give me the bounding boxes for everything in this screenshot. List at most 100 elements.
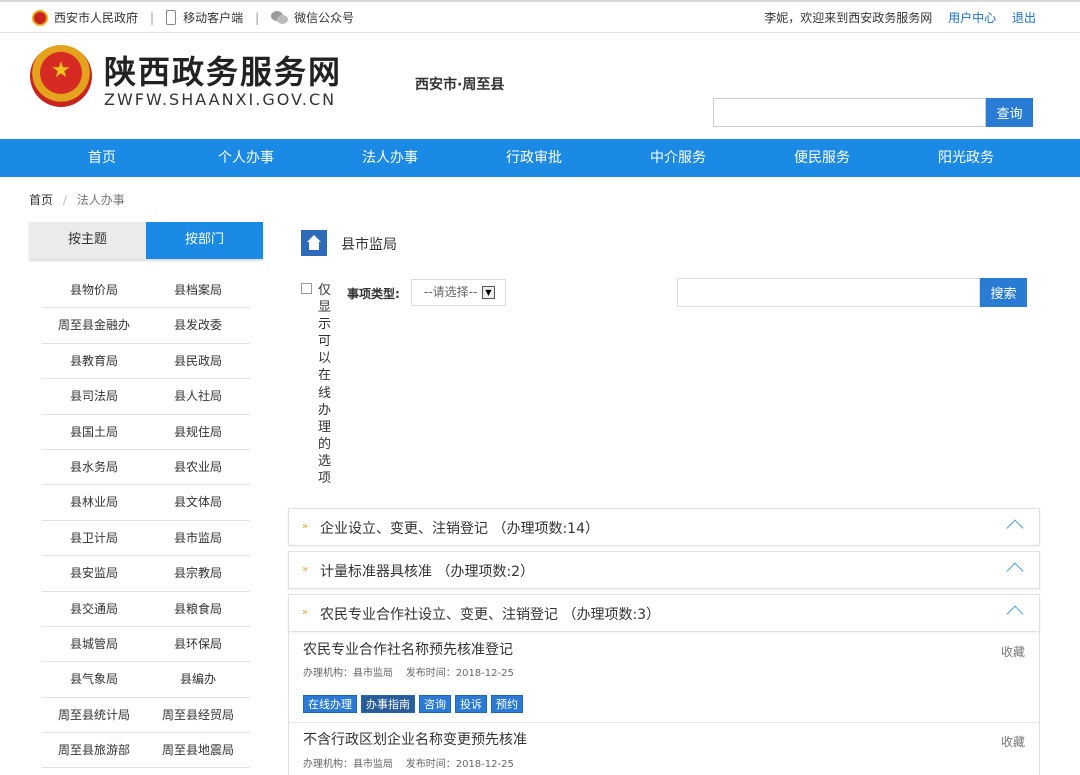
tab-by-theme[interactable]: 按主题	[29, 222, 146, 259]
breadcrumb: 首页 / 法人办事	[29, 191, 125, 208]
department-link[interactable]: 县民政局	[146, 344, 250, 378]
site-domain: ZWFW.SHAANXI.GOV.CN	[104, 90, 337, 109]
department-link[interactable]: 县安监局	[42, 556, 146, 590]
service-item-date: 发布时间：2018-12-25	[405, 668, 514, 679]
service-item-title[interactable]: 不含行政区划企业名称变更预先核准	[303, 729, 527, 749]
nav-item-personal[interactable]: 个人办事	[174, 139, 318, 177]
department-row: 周至县旅游部 周至县地震局	[42, 733, 250, 769]
department-link[interactable]: 县环保局	[146, 627, 250, 661]
department-link[interactable]: 周至县金融办	[42, 308, 146, 342]
gov-link[interactable]: 西安市人民政府	[54, 9, 138, 26]
breadcrumb-home[interactable]: 首页	[29, 193, 53, 207]
divider: |	[255, 10, 260, 25]
department-link[interactable]: 县市监局	[146, 521, 250, 555]
department-row: 县林业局 县文体局	[42, 485, 250, 521]
department-link[interactable]: 县文体局	[146, 485, 250, 519]
department-link[interactable]: 县卫计局	[42, 521, 146, 555]
department-link[interactable]: 县档案局	[146, 273, 250, 307]
department-link[interactable]: 周至县经贸局	[146, 698, 250, 732]
header: 陕西政务服务网 ZWFW.SHAANXI.GOV.CN 西安市·周至县 查询	[0, 33, 1080, 139]
tab-by-department[interactable]: 按部门	[146, 222, 263, 259]
department-row: 县教育局 县民政局	[42, 344, 250, 380]
department-link[interactable]: 县农业局	[146, 450, 250, 484]
dropdown-arrow-icon: ▼	[482, 286, 495, 299]
main-nav: 首页 个人办事 法人办事 行政审批 中介服务 便民服务 阳光政务	[0, 139, 1080, 177]
service-item-title[interactable]: 农民专业合作社名称预先核准登记	[303, 639, 513, 659]
category-name: 计量标准器具核准 （办理项数:2）	[320, 564, 535, 580]
department-link[interactable]: 县国土局	[42, 415, 146, 449]
top-links: 西安市人民政府 | 移动客户端 | 微信公众号	[32, 9, 354, 26]
department-link[interactable]: 县物价局	[42, 273, 146, 307]
wechat-link[interactable]: 微信公众号	[294, 9, 354, 26]
nav-item-legal-person[interactable]: 法人办事	[318, 139, 462, 177]
breadcrumb-current: 法人办事	[76, 193, 125, 207]
guide-button[interactable]: 办事指南	[361, 695, 415, 713]
complaint-button[interactable]: 投诉	[455, 695, 487, 713]
department-link[interactable]: 县教育局	[42, 344, 146, 378]
department-link[interactable]: 县粮食局	[146, 592, 250, 626]
department-link[interactable]: 县林业局	[42, 485, 146, 519]
category-items-panel: 农民专业合作社名称预先核准登记 办理机构：县市监局 发布时间：2018-12-2…	[288, 631, 1040, 775]
service-item-meta: 办理机构：县市监局 发布时间：2018-12-25	[303, 664, 514, 679]
online-handle-button[interactable]: 在线办理	[303, 695, 357, 713]
consult-button[interactable]: 咨询	[419, 695, 451, 713]
department-row: 县国土局 县规住局	[42, 415, 250, 450]
department-row: 县城管局 县环保局	[42, 627, 250, 663]
mobile-client-link[interactable]: 移动客户端	[183, 9, 243, 26]
only-online-checkbox[interactable]	[301, 283, 312, 294]
welcome-text: 李妮，欢迎来到西安政务服务网	[764, 11, 933, 25]
category-header[interactable]: » 计量标准器具核准 （办理项数:2）	[288, 551, 1040, 589]
site-logo-emblem[interactable]	[30, 45, 92, 107]
category-header[interactable]: » 企业设立、变更、注销登记 （办理项数:14）	[288, 508, 1040, 546]
appointment-button[interactable]: 预约	[491, 695, 523, 713]
item-search-input[interactable]	[677, 278, 980, 307]
service-item-agency: 办理机构：县市监局	[303, 759, 393, 770]
department-link[interactable]: 县发改委	[146, 308, 250, 342]
nav-item-approval[interactable]: 行政审批	[462, 139, 606, 177]
department-link[interactable]: 县气象局	[42, 662, 146, 696]
double-chevron-right-icon: »	[302, 607, 309, 618]
logout-link[interactable]: 退出	[1012, 11, 1036, 25]
department-link[interactable]: 县司法局	[42, 379, 146, 413]
user-center-link[interactable]: 用户中心	[948, 11, 996, 25]
chevron-up-icon[interactable]	[1006, 605, 1024, 623]
nav-item-agency[interactable]: 中介服务	[606, 139, 750, 177]
divider: |	[150, 10, 155, 25]
nav-item-home[interactable]: 首页	[30, 139, 174, 177]
department-row: 县交通局 县粮食局	[42, 592, 250, 627]
favorite-link[interactable]: 收藏	[1001, 643, 1025, 660]
chevron-up-icon[interactable]	[1006, 562, 1024, 580]
item-type-select[interactable]: --请选择-- ▼	[411, 279, 506, 306]
category-name: 企业设立、变更、注销登记 （办理项数:14）	[320, 521, 599, 537]
header-search-button[interactable]: 查询	[986, 98, 1033, 127]
sidebar-tabs: 按主题 按部门	[29, 222, 263, 259]
department-link[interactable]: 周至县旅游部	[42, 733, 146, 767]
mobile-phone-icon	[166, 10, 177, 25]
department-link[interactable]: 县城管局	[42, 627, 146, 661]
category-header[interactable]: » 农民专业合作社设立、变更、注销登记 （办理项数:3）	[288, 594, 1040, 632]
department-row: 县水务局 县农业局	[42, 450, 250, 486]
department-link[interactable]: 周至县地震局	[146, 733, 250, 767]
department-row: 县卫计局 县市监局	[42, 521, 250, 557]
wechat-icon	[271, 11, 289, 24]
item-search-button[interactable]: 搜索	[980, 278, 1027, 307]
item-type-select-value: --请选择--	[424, 285, 478, 299]
national-emblem-icon	[32, 9, 48, 26]
chevron-up-icon[interactable]	[1006, 519, 1024, 537]
department-link[interactable]: 县交通局	[42, 592, 146, 626]
header-search-input[interactable]	[713, 98, 986, 127]
user-area: 李妮，欢迎来到西安政务服务网 用户中心 退出	[764, 9, 1036, 26]
department-link[interactable]: 县编办	[146, 662, 250, 696]
breadcrumb-separator: /	[62, 193, 67, 207]
department-link[interactable]: 县规住局	[146, 415, 250, 449]
department-link[interactable]: 周至县统计局	[42, 698, 146, 732]
item-type-label: 事项类型:	[347, 287, 400, 301]
service-item-agency: 办理机构：县市监局	[303, 668, 393, 679]
department-link[interactable]: 县水务局	[42, 450, 146, 484]
department-link[interactable]: 县人社局	[146, 379, 250, 413]
nav-item-transparency[interactable]: 阳光政务	[894, 139, 1038, 177]
nav-item-convenience[interactable]: 便民服务	[750, 139, 894, 177]
site-title[interactable]: 陕西政务服务网	[104, 47, 342, 93]
department-link[interactable]: 县宗教局	[146, 556, 250, 590]
favorite-link[interactable]: 收藏	[1001, 733, 1025, 750]
